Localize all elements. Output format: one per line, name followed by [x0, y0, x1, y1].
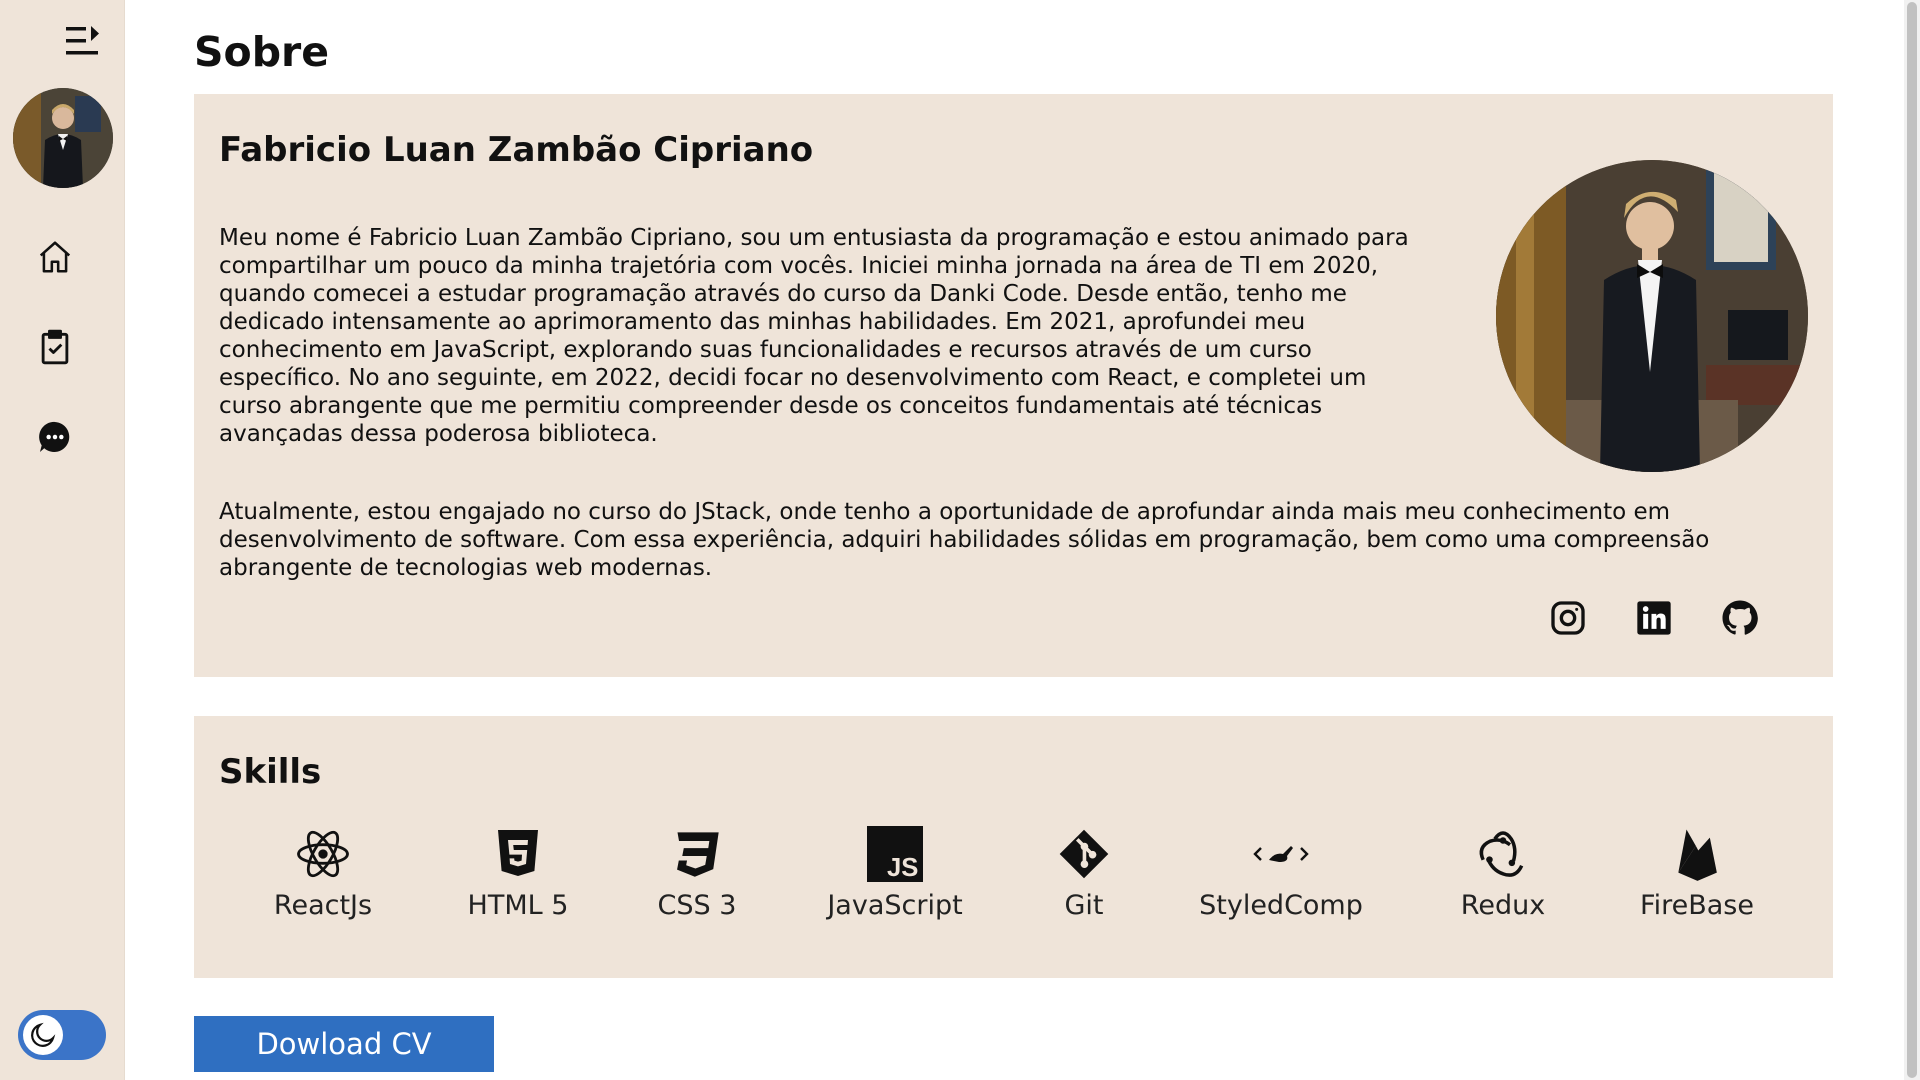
about-paragraph-2: Atualmente, estou engajado no curso do J…	[219, 499, 1710, 581]
profile-photo	[1496, 160, 1808, 472]
skill-label: JavaScript	[827, 890, 963, 921]
skill-html5: HTML 5	[428, 826, 608, 921]
about-name: Fabricio Luan Zambão Cipriano	[219, 130, 814, 170]
dark-mode-toggle[interactable]	[18, 1010, 106, 1060]
skill-redux: Redux	[1413, 826, 1593, 921]
skill-firebase: FireBase	[1607, 826, 1787, 921]
avatar	[13, 88, 113, 188]
skill-git: Git	[994, 826, 1174, 921]
svg-text:JS: JS	[887, 854, 918, 882]
about-card: Fabricio Luan Zambão Cipriano Meu nome é…	[194, 94, 1833, 677]
redux-icon	[1413, 826, 1593, 882]
scrollbar-thumb[interactable]	[1907, 2, 1917, 1078]
home-icon[interactable]	[36, 238, 74, 276]
skill-css3: CSS 3	[607, 826, 787, 921]
styled-components-icon	[1191, 826, 1371, 882]
clipboard-check-icon[interactable]	[36, 328, 74, 366]
scrollbar[interactable]	[1904, 0, 1920, 1080]
skill-styledcomp: StyledComp	[1191, 826, 1371, 921]
css3-icon	[607, 826, 787, 882]
javascript-icon: JS	[805, 826, 985, 882]
sidebar	[0, 0, 125, 1080]
skill-label: ReactJs	[273, 890, 373, 921]
skill-label: CSS 3	[657, 890, 737, 921]
skill-label: Redux	[1460, 890, 1546, 921]
chat-icon[interactable]	[36, 418, 74, 456]
skill-label: HTML 5	[467, 890, 569, 921]
skill-javascript: JS JavaScript	[805, 826, 985, 921]
page-title: Sobre	[194, 28, 330, 76]
github-icon[interactable]	[1720, 598, 1760, 638]
skill-reactjs: ReactJs	[233, 826, 413, 921]
linkedin-icon[interactable]	[1634, 598, 1674, 638]
git-icon	[994, 826, 1174, 882]
instagram-icon[interactable]	[1548, 598, 1588, 638]
menu-expand-icon[interactable]	[64, 24, 102, 58]
download-cv-button[interactable]: Dowload CV	[194, 1016, 494, 1072]
about-paragraph-1: Meu nome é Fabricio Luan Zambão Cipriano…	[219, 225, 1409, 447]
skill-label: Git	[1064, 890, 1104, 921]
firebase-icon	[1607, 826, 1787, 882]
skills-card: Skills ReactJs HTML 5 CSS 3 JS JavaScrip…	[194, 716, 1833, 978]
moon-icon	[23, 1015, 63, 1055]
skill-label: StyledComp	[1199, 890, 1363, 921]
react-icon	[233, 826, 413, 882]
skills-title: Skills	[219, 752, 322, 792]
skill-label: FireBase	[1640, 890, 1754, 921]
html5-icon	[428, 826, 608, 882]
